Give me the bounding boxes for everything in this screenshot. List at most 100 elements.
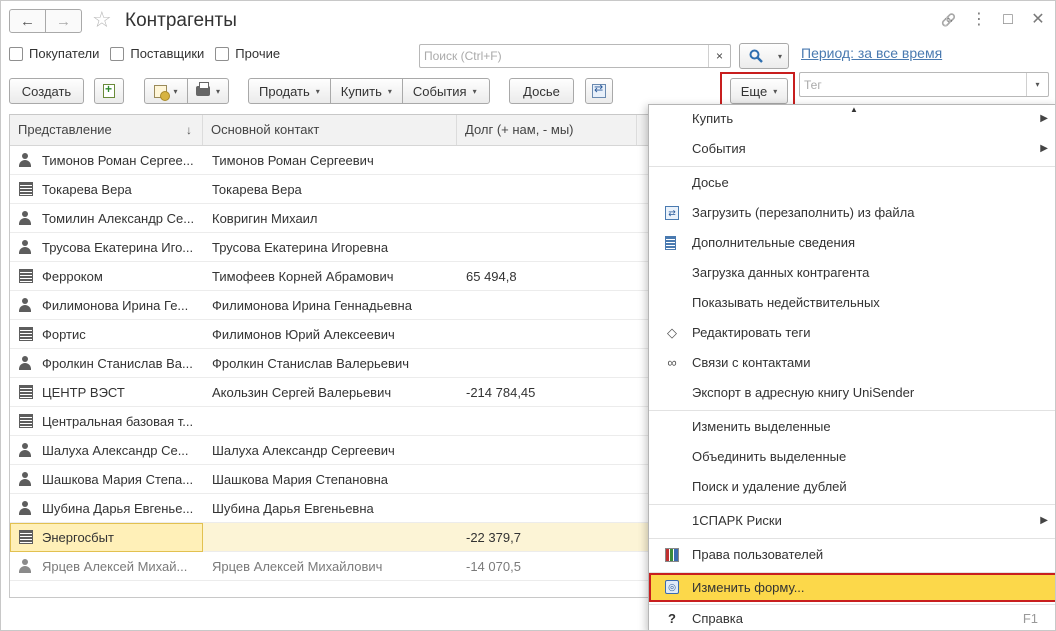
menu-item-dossier-label: Досье	[692, 175, 729, 190]
clear-search-icon[interactable]: ×	[708, 45, 730, 67]
menu-item-dedupe[interactable]: Поиск и удаление дублей	[649, 472, 1055, 502]
menu-item-help-label: Справка	[692, 611, 743, 626]
cell-name: Энергосбыт	[42, 530, 114, 545]
chevron-down-icon: ▾	[315, 86, 320, 96]
search-input[interactable]	[420, 45, 708, 67]
organization-icon	[19, 530, 33, 544]
checkbox-other[interactable]	[215, 46, 230, 61]
load-file-icon: ⇄	[665, 206, 679, 220]
events-button[interactable]: События ▾	[401, 79, 487, 103]
favorite-star-icon[interactable]: ☆	[92, 7, 112, 33]
dossier-button[interactable]: Досье	[509, 78, 574, 104]
menu-item-change-selected-label: Изменить выделенные	[692, 419, 831, 434]
column-header-name[interactable]: Представление ↓	[10, 115, 203, 145]
events-button-label: События	[412, 83, 467, 99]
arrow-left-icon: ←	[20, 12, 35, 30]
menu-item-load-file[interactable]: ⇄ Загрузить (перезаполнить) из файла	[649, 198, 1055, 228]
filter-other-label: Прочие	[235, 46, 281, 61]
cell-debt	[466, 146, 636, 175]
cell-debt	[466, 494, 636, 523]
menu-item-buy[interactable]: Купить ▶	[649, 105, 1055, 132]
menu-item-extra-info[interactable]: Дополнительные сведения	[649, 228, 1055, 258]
help-shortcut: F1	[1022, 611, 1038, 626]
search-icon	[740, 49, 772, 63]
menu-item-help[interactable]: ? Справка F1	[649, 604, 1055, 630]
organization-icon	[19, 385, 33, 399]
menu-item-dossier[interactable]: Досье	[649, 168, 1055, 198]
person-icon	[18, 472, 32, 486]
cell-name: Шашкова Мария Степа...	[42, 472, 194, 487]
cell-debt	[466, 465, 636, 494]
cell-contact	[212, 523, 457, 552]
filter-buyers[interactable]: Покупатели	[9, 46, 99, 61]
cell-name: Тимонов Роман Сергее...	[42, 153, 194, 168]
menu-item-events-label: События	[692, 141, 746, 156]
menu-separator	[649, 538, 1055, 539]
chevron-down-icon[interactable]: ▾	[1026, 73, 1048, 96]
menu-item-spark[interactable]: 1СПАРК Риски ▶	[649, 506, 1055, 536]
print-icon	[195, 82, 210, 96]
cell-name: Ярцев Алексей Михай...	[42, 559, 188, 574]
operations-group: Продать ▾ Купить ▾ События ▾	[248, 78, 490, 104]
create-button[interactable]: Создать	[9, 78, 84, 104]
help-icon: ?	[668, 611, 676, 626]
close-icon[interactable]: ✕	[1031, 10, 1045, 30]
menu-item-edit-tags[interactable]: ◇ Редактировать теги	[649, 318, 1055, 348]
cell-contact: Шашкова Мария Степановна	[212, 472, 389, 487]
sell-button[interactable]: Продать ▾	[249, 79, 330, 103]
chevron-down-icon[interactable]: ▾	[772, 52, 788, 61]
column-header-debt[interactable]: Долг (+ нам, - мы)	[457, 115, 637, 145]
arrow-right-icon: →	[56, 12, 71, 30]
menu-item-edit-tags-label: Редактировать теги	[692, 325, 811, 340]
back-button[interactable]: ←	[10, 10, 45, 32]
cell-debt	[466, 407, 636, 436]
column-header-contact[interactable]: Основной контакт	[203, 115, 457, 145]
sort-down-icon: ↓	[186, 123, 192, 137]
organization-icon	[19, 182, 33, 196]
copy-button[interactable]	[94, 78, 124, 104]
menu-item-load-data[interactable]: Загрузка данных контрагента	[649, 258, 1055, 288]
menu-item-dedupe-label: Поиск и удаление дублей	[692, 479, 847, 494]
print-button[interactable]: ▾	[187, 79, 228, 103]
buy-button[interactable]: Купить ▾	[329, 79, 402, 103]
cell-name: Трусова Екатерина Иго...	[42, 240, 194, 255]
menu-item-contacts-label: Связи с контактами	[692, 355, 811, 370]
link-icon[interactable]: 🔗	[941, 10, 956, 30]
menu-item-export[interactable]: Экспорт в адресную книгу UniSender	[649, 378, 1055, 408]
search-button[interactable]: ▾	[739, 43, 789, 69]
menu-item-events[interactable]: События ▶	[649, 134, 1055, 164]
period-link[interactable]: Период: за все время	[801, 45, 942, 61]
menu-item-merge-selected[interactable]: Объединить выделенные	[649, 442, 1055, 472]
column-header-name-label: Представление	[18, 122, 112, 137]
checkbox-buyers[interactable]	[9, 46, 23, 61]
filter-suppliers-label: Поставщики	[130, 46, 205, 61]
menu-item-spark-label: 1СПАРК Риски	[692, 513, 782, 528]
forward-button[interactable]: →	[45, 10, 81, 32]
buy-button-label: Купить	[340, 83, 382, 99]
change-form-highlight	[649, 573, 1055, 602]
cell-debt	[466, 320, 636, 349]
cell-contact: Фролкин Станислав Валерьевич	[212, 356, 409, 371]
menu-item-show-inactive[interactable]: Показывать недействительных	[649, 288, 1055, 318]
cell-contact: Шалуха Александр Сергеевич	[212, 443, 395, 458]
cell-contact: Филимонова Ирина Геннадьевна	[212, 298, 412, 313]
filter-suppliers[interactable]: Поставщики	[110, 46, 204, 61]
maximize-icon[interactable]: □	[1001, 10, 1015, 30]
chevron-down-icon: ▾	[215, 86, 220, 96]
cell-name: Шалуха Александр Се...	[42, 443, 189, 458]
menu-item-contacts[interactable]: ∞ Связи с контактами	[649, 348, 1055, 378]
organization-icon	[19, 327, 33, 341]
cell-name: Томилин Александр Се...	[42, 211, 195, 226]
menu-item-rights[interactable]: Права пользователей	[649, 540, 1055, 570]
cell-contact: Трусова Екатерина Игоревна	[212, 240, 389, 255]
menu-item-change-selected[interactable]: Изменить выделенные	[649, 412, 1055, 442]
create-based-button[interactable]: ▾	[145, 79, 187, 103]
checkbox-suppliers[interactable]	[110, 46, 125, 61]
user-rights-icon	[665, 548, 679, 562]
more-menu-icon[interactable]: ⋮	[971, 10, 987, 30]
transfer-button[interactable]	[585, 78, 613, 104]
nav-buttons: ← →	[9, 9, 82, 33]
filter-other[interactable]: Прочие	[215, 46, 280, 61]
menu-item-load-file-label: Загрузить (перезаполнить) из файла	[692, 205, 915, 220]
tag-input[interactable]	[800, 73, 1026, 96]
